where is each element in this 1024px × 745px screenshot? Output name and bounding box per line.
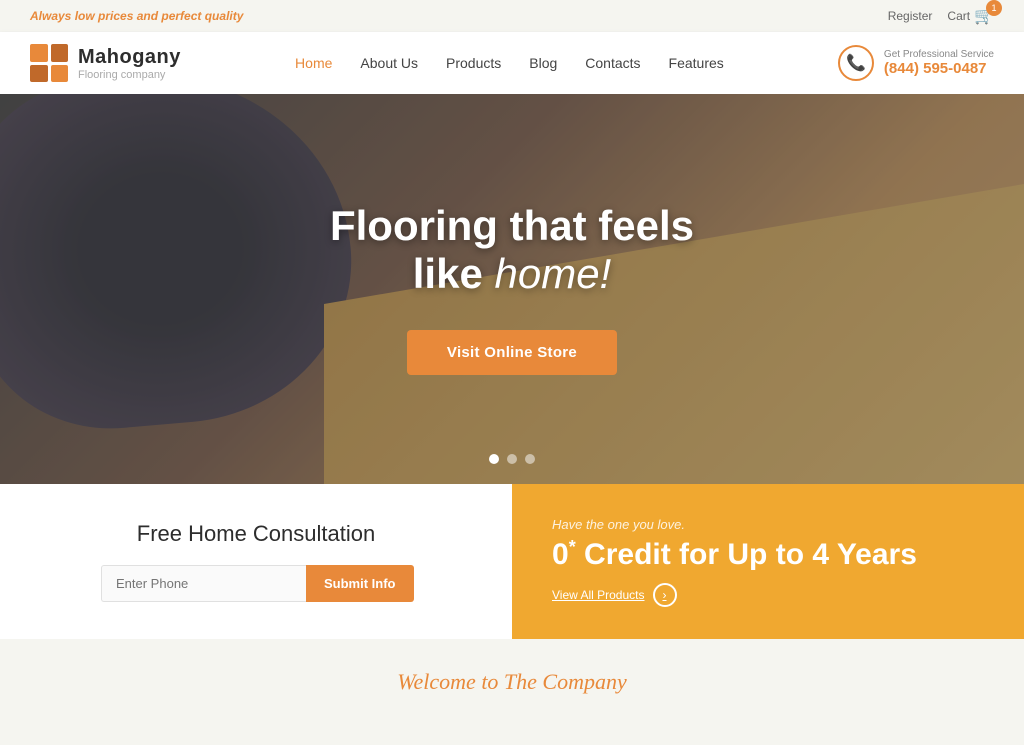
consultation-panel: Free Home Consultation Submit Info	[0, 484, 512, 639]
view-products-link[interactable]: View All Products ›	[552, 583, 984, 607]
header: Mahogany Flooring company Home About Us …	[0, 32, 1024, 94]
arrow-circle-icon: ›	[653, 583, 677, 607]
hero-content: Flooring that feels like home! Visit Onl…	[330, 203, 694, 375]
visit-store-button[interactable]: Visit Online Store	[407, 330, 617, 375]
dot-1[interactable]	[489, 454, 499, 464]
consultation-form: Submit Info	[101, 565, 411, 602]
consultation-title: Free Home Consultation	[137, 521, 375, 547]
register-link[interactable]: Register	[888, 9, 933, 23]
hero-title-line2: like home!	[330, 249, 694, 299]
welcome-section: Welcome to The Company	[0, 639, 1024, 705]
top-bar: Always low prices and perfect quality Re…	[0, 0, 1024, 32]
phone-input[interactable]	[101, 565, 306, 602]
tagline-highlight: Always	[30, 9, 71, 23]
phone-label: Get Professional Service	[884, 49, 994, 60]
logo-title: Mahogany	[78, 46, 181, 69]
below-hero: Free Home Consultation Submit Info Have …	[0, 484, 1024, 639]
nav-about[interactable]: About Us	[360, 55, 418, 71]
tagline: Always low prices and perfect quality	[30, 9, 243, 23]
nav-home[interactable]: Home	[295, 55, 332, 71]
nav-blog[interactable]: Blog	[529, 55, 557, 71]
dot-3[interactable]	[525, 454, 535, 464]
phone-info: Get Professional Service (844) 595-0487	[884, 49, 994, 77]
logo-icon	[30, 44, 68, 82]
cart-badge: 1	[986, 0, 1002, 16]
cart-link[interactable]: Cart 🛒 1	[947, 6, 994, 26]
nav-products[interactable]: Products	[446, 55, 501, 71]
phone-number: (844) 595-0487	[884, 60, 994, 77]
top-bar-right: Register Cart 🛒 1	[888, 6, 994, 26]
logo-text: Mahogany Flooring company	[78, 46, 181, 81]
nav-contacts[interactable]: Contacts	[585, 55, 640, 71]
phone-section: 📞 Get Professional Service (844) 595-048…	[838, 45, 994, 81]
credit-title: 0* Credit for Up to 4 Years	[552, 538, 984, 571]
hero-overlay: Flooring that feels like home! Visit Onl…	[0, 94, 1024, 484]
submit-button[interactable]: Submit Info	[306, 565, 414, 602]
main-nav: Home About Us Products Blog Contacts Fea…	[295, 55, 724, 71]
welcome-text: Welcome to The Company	[20, 669, 1004, 695]
hero-title-line1: Flooring that feels	[330, 203, 694, 249]
logo-subtitle: Flooring company	[78, 69, 181, 81]
dot-2[interactable]	[507, 454, 517, 464]
logo[interactable]: Mahogany Flooring company	[30, 44, 181, 82]
hero-section: Flooring that feels like home! Visit Onl…	[0, 94, 1024, 484]
credit-panel: Have the one you love. 0* Credit for Up …	[512, 484, 1024, 639]
hero-dots	[489, 454, 535, 464]
nav-features[interactable]: Features	[669, 55, 724, 71]
phone-icon: 📞	[838, 45, 874, 81]
credit-tagline: Have the one you love.	[552, 517, 984, 532]
